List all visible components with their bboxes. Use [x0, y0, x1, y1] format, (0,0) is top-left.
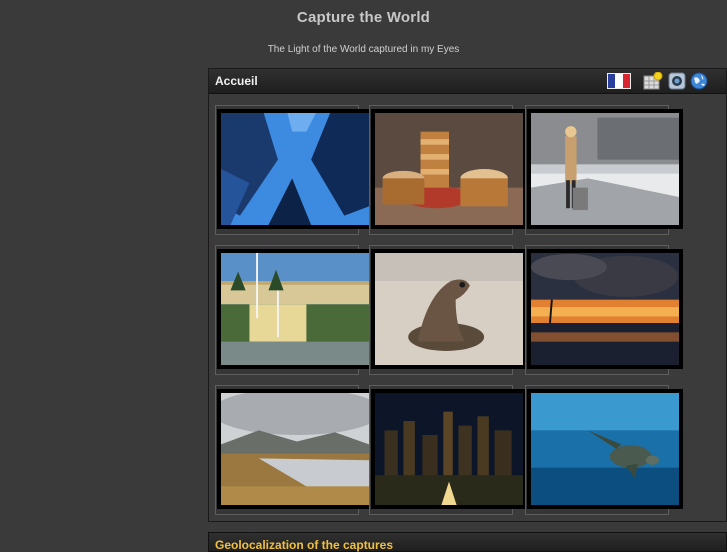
french-flag-icon[interactable] [607, 73, 631, 89]
thumbnail-cell [215, 105, 373, 237]
thumbnail-cell [215, 385, 373, 517]
thumbnail-cell [525, 245, 683, 377]
highland-lake-photo[interactable] [217, 389, 373, 509]
camera-icon[interactable] [668, 72, 686, 90]
palace-fountains-photo[interactable] [217, 249, 373, 369]
panel-title: Accueil [215, 74, 258, 88]
skyscrapers-photo[interactable] [217, 109, 373, 229]
site-tagline: The Light of the World captured in my Ey… [267, 44, 460, 55]
thumbnail-cell [369, 385, 527, 517]
dim-sum-steamers-photo[interactable] [371, 109, 527, 229]
geolocalization-title: Geolocalization of the captures [215, 538, 394, 552]
panel-header: Accueil [209, 69, 726, 94]
thumbnail-cell [525, 385, 683, 517]
city-night-photo[interactable] [371, 389, 527, 509]
home-panel: Accueil [208, 68, 727, 522]
sea-lion-photo[interactable] [371, 249, 527, 369]
calendar-new-icon[interactable] [643, 71, 663, 90]
geolocalization-panel: Geolocalization of the captures [208, 532, 727, 552]
site-title[interactable]: Capture the World [0, 9, 727, 26]
sunset-clouds-photo[interactable] [527, 249, 683, 369]
woman-suitcase-street-photo[interactable] [527, 109, 683, 229]
sea-turtle-photo[interactable] [527, 389, 683, 509]
thumbnail-cell [215, 245, 373, 377]
thumbnail-cell [369, 105, 527, 237]
thumbnail-cell [525, 105, 683, 237]
photo-gallery [215, 105, 711, 517]
thumbnail-cell [369, 245, 527, 377]
globe-icon[interactable] [690, 72, 708, 90]
